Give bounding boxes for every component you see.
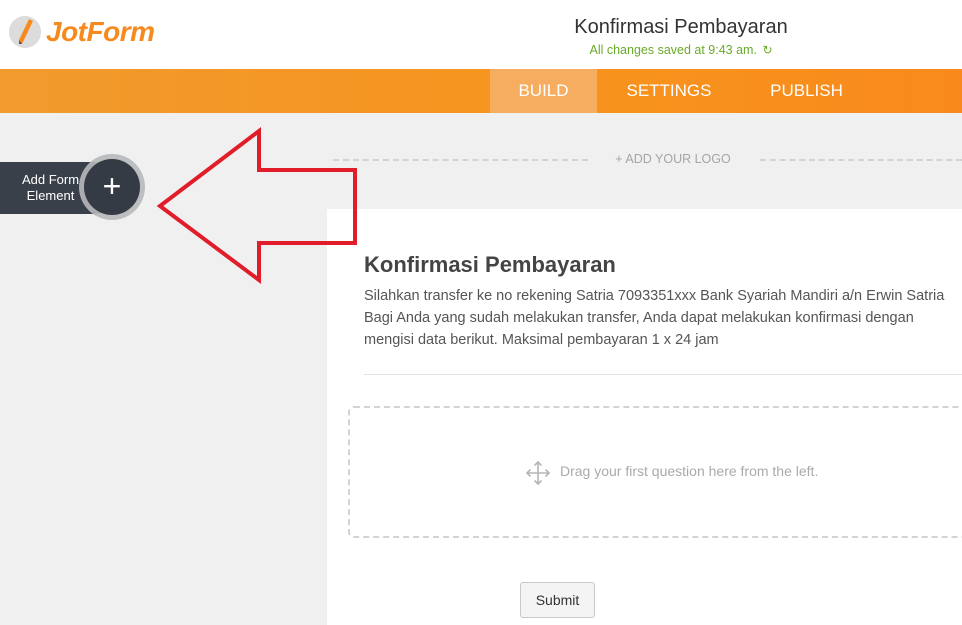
- tab-build[interactable]: BUILD: [490, 69, 597, 113]
- form-heading[interactable]: Konfirmasi Pembayaran: [364, 252, 616, 278]
- add-logo-link[interactable]: + ADD YOUR LOGO: [592, 152, 754, 166]
- builder-nav: BUILD SETTINGS PUBLISH: [0, 69, 962, 113]
- jotform-pencil-icon: [9, 16, 41, 48]
- submit-button[interactable]: Submit: [520, 582, 595, 618]
- form-title-area: Konfirmasi Pembayaran All changes saved …: [520, 16, 842, 57]
- question-dropzone[interactable]: Drag your first question here from the l…: [348, 406, 962, 538]
- save-status: All changes saved at 9:43 am. ↻: [520, 43, 842, 57]
- add-form-element-label: Add Form Element: [21, 172, 80, 203]
- tab-publish[interactable]: PUBLISH: [741, 69, 872, 113]
- form-title[interactable]: Konfirmasi Pembayaran: [520, 16, 842, 39]
- save-status-text: All changes saved at 9:43 am.: [589, 43, 757, 57]
- form-description[interactable]: Silahkan transfer ke no rekening Satria …: [364, 285, 962, 351]
- jotform-logo-text: JotForm: [46, 16, 155, 47]
- tab-settings[interactable]: SETTINGS: [597, 69, 741, 113]
- move-icon: [525, 460, 551, 491]
- refresh-icon[interactable]: ↻: [762, 43, 772, 57]
- jotform-logo[interactable]: JotForm: [9, 16, 155, 48]
- heading-divider: [364, 374, 962, 375]
- logo-divider-right: [760, 159, 962, 161]
- dropzone-text: Drag your first question here from the l…: [560, 463, 819, 479]
- top-header: JotForm Konfirmasi Pembayaran All change…: [0, 0, 962, 69]
- plus-icon[interactable]: +: [84, 159, 140, 215]
- form-card: Konfirmasi Pembayaran Silahkan transfer …: [327, 209, 962, 625]
- logo-divider-left: [333, 159, 588, 161]
